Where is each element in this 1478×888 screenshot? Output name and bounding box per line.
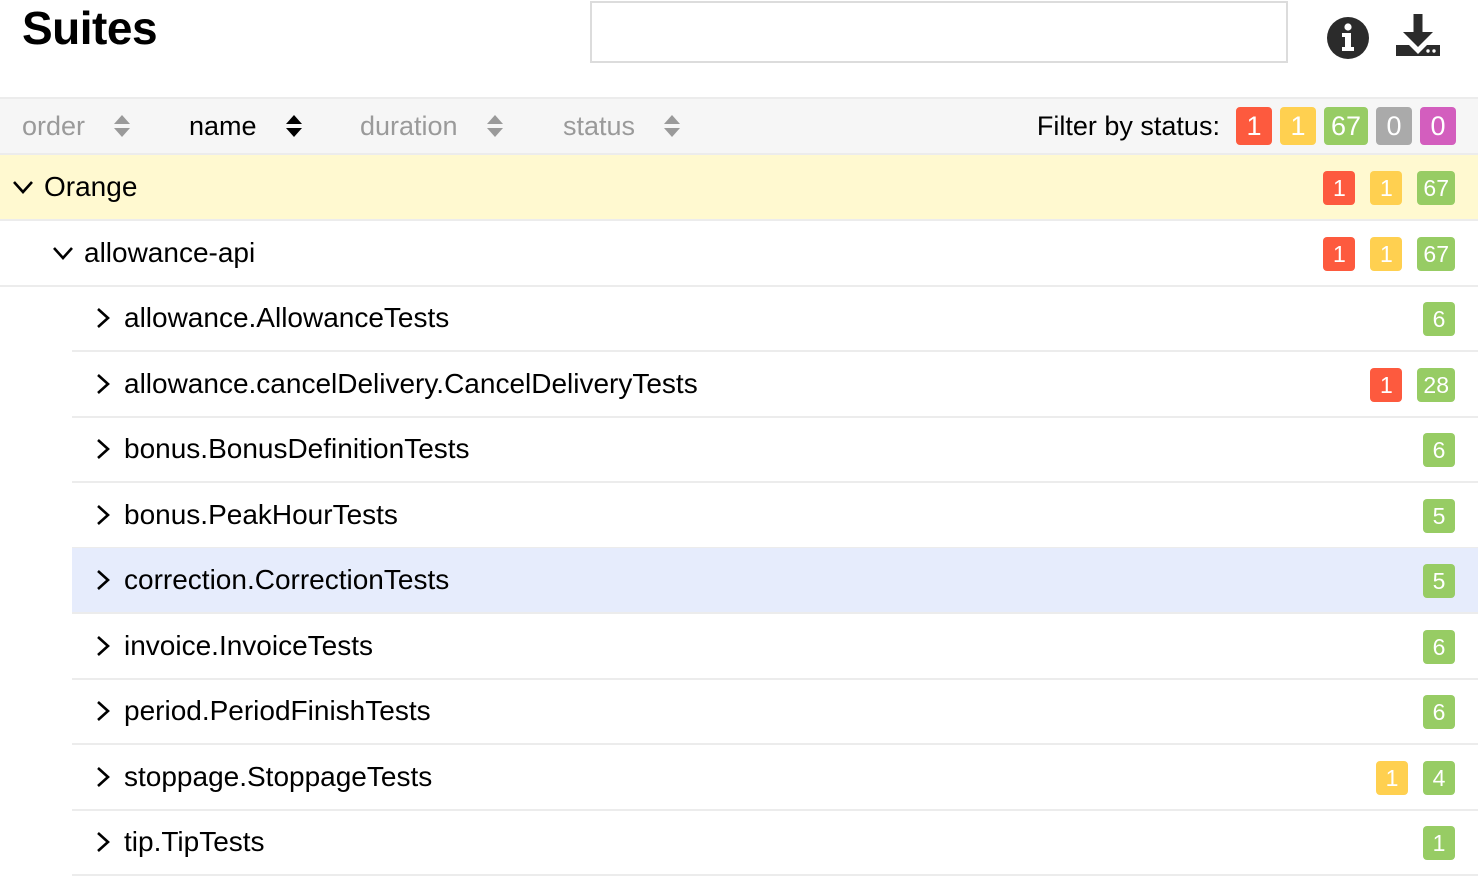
chevron-right-icon: [97, 308, 110, 328]
tree-row-label: invoice.InvoiceTests: [124, 630, 374, 661]
filter-label: Filter by status:: [1036, 110, 1220, 141]
status-counts: 6: [1408, 286, 1455, 352]
passed-count-badge: 67: [1417, 237, 1455, 271]
chevron-right-icon: [97, 767, 110, 787]
tree-suite-row[interactable]: stoppage.StoppageTests 1 4: [72, 745, 1478, 811]
filter-unknown-toggle[interactable]: 0: [1420, 107, 1456, 145]
broken-count-badge: 1: [1370, 171, 1403, 205]
page-header: Suites: [0, 0, 1478, 97]
tree-group-row[interactable]: Orange 1 1 67: [0, 155, 1478, 221]
chevron-down-icon: [13, 181, 33, 194]
sort-duration-label: duration: [360, 110, 458, 141]
status-counts: 1: [1408, 810, 1455, 876]
filter-passed-toggle[interactable]: 67: [1323, 107, 1368, 145]
chevron-right-icon: [97, 636, 110, 656]
status-counts: 14: [1361, 745, 1455, 811]
tree-suite-row[interactable]: bonus.PeakHourTests 5: [72, 483, 1478, 549]
broken-count-badge: 1: [1370, 237, 1403, 271]
status-counts: 1 28: [1355, 352, 1455, 418]
tree-row-label: Orange: [44, 171, 138, 202]
passed-count-badge: 6: [1423, 302, 1455, 336]
status-counts: 1 1 67: [1308, 155, 1455, 221]
passed-count-badge: 4: [1423, 761, 1455, 795]
tree-suite-row[interactable]: tip.TipTests 1: [72, 810, 1478, 876]
filter-broken-toggle[interactable]: 1: [1279, 107, 1316, 145]
status-counts: 1 1 67: [1308, 221, 1455, 287]
sort-by-order[interactable]: order: [22, 99, 131, 153]
sort-arrows-icon: [114, 115, 131, 137]
tree-row-label: period.PeriodFinishTests: [124, 695, 431, 726]
sort-toolbar: order name duration status Filter by sta…: [0, 97, 1478, 155]
tree-row-label: allowance.cancelDelivery.CancelDeliveryT…: [124, 368, 698, 399]
sort-order-label: order: [22, 110, 86, 141]
tree-suite-row[interactable]: period.PeriodFinishTests 6: [72, 679, 1478, 745]
passed-count-badge: 5: [1423, 564, 1455, 598]
tree-suite-row[interactable]: invoice.InvoiceTests 6: [72, 614, 1478, 680]
status-counts: 6: [1408, 679, 1455, 745]
search-input[interactable]: [590, 1, 1288, 63]
tree-row-label: stoppage.StoppageTests: [124, 761, 433, 792]
chevron-right-icon: [97, 570, 110, 590]
sort-arrows-icon: [664, 115, 681, 137]
tree-row-label: tip.TipTests: [124, 826, 265, 857]
chevron-right-icon: [97, 374, 110, 394]
sort-arrows-icon: [285, 115, 302, 137]
sort-by-duration[interactable]: duration: [360, 99, 504, 153]
status-counts: 5: [1408, 548, 1455, 614]
chevron-right-icon: [97, 505, 110, 525]
failed-count-badge: 1: [1323, 171, 1356, 205]
tree-suite-row[interactable]: correction.CorrectionTests 5: [72, 548, 1478, 614]
tree-row-label: bonus.PeakHourTests: [124, 499, 398, 530]
passed-count-badge: 6: [1423, 433, 1455, 467]
failed-count-badge: 1: [1323, 237, 1356, 271]
sort-by-status[interactable]: status: [563, 99, 681, 153]
tree-subgroup-row[interactable]: allowance-api 1 1 67: [0, 221, 1478, 287]
passed-count-badge: 5: [1423, 499, 1455, 533]
passed-count-badge: 67: [1417, 171, 1455, 205]
chevron-down-icon: [53, 247, 73, 260]
status-counts: 6: [1408, 417, 1455, 483]
chevron-right-icon: [97, 701, 110, 721]
filter-failed-toggle[interactable]: 1: [1235, 107, 1272, 145]
chevron-right-icon: [97, 832, 110, 852]
broken-count-badge: 1: [1376, 761, 1408, 795]
sort-by-name[interactable]: name: [189, 99, 303, 153]
sort-name-label: name: [189, 110, 257, 141]
download-icon[interactable]: [1394, 14, 1442, 62]
tree-suite-row[interactable]: bonus.BonusDefinitionTests 6: [72, 417, 1478, 483]
filter-skipped-toggle[interactable]: 0: [1376, 107, 1412, 145]
passed-count-badge: 6: [1423, 630, 1455, 664]
tree-suite-row[interactable]: allowance.cancelDelivery.CancelDeliveryT…: [72, 352, 1478, 418]
passed-count-badge: 1: [1423, 826, 1455, 860]
tree-row-label: correction.CorrectionTests: [124, 564, 450, 595]
passed-count-badge: 6: [1423, 695, 1455, 729]
sort-arrows-icon: [486, 115, 503, 137]
status-filter: Filter by status: 1 1 67 0 0: [1037, 99, 1456, 153]
status-counts: 5: [1408, 483, 1455, 549]
page-title: Suites: [22, 2, 158, 54]
chevron-right-icon: [97, 439, 110, 459]
sort-status-label: status: [563, 110, 636, 141]
info-icon[interactable]: [1324, 14, 1372, 62]
tree-row-label: allowance-api: [84, 237, 256, 268]
failed-count-badge: 1: [1370, 368, 1403, 402]
tree-row-label: bonus.BonusDefinitionTests: [124, 433, 470, 464]
tree-row-label: allowance.AllowanceTests: [124, 302, 450, 333]
tree-suite-row[interactable]: allowance.AllowanceTests 6: [72, 286, 1478, 352]
status-counts: 6: [1408, 614, 1455, 680]
passed-count-badge: 28: [1417, 368, 1455, 402]
